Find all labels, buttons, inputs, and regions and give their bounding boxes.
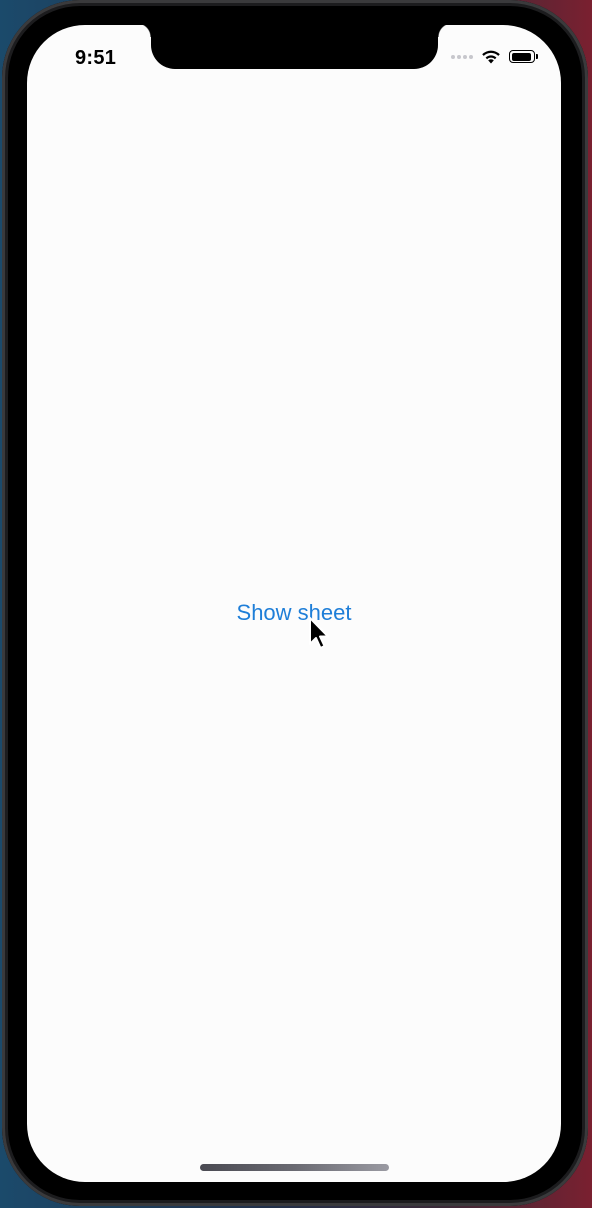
show-sheet-button[interactable]: Show sheet <box>27 599 561 627</box>
wifi-icon <box>482 50 500 64</box>
status-icons <box>451 49 538 64</box>
device-frame: 9:51 Show sheet <box>2 0 588 1206</box>
battery-icon <box>509 50 538 63</box>
home-indicator[interactable] <box>200 1164 389 1171</box>
cellular-signal-icon <box>451 54 473 59</box>
notch <box>137 25 452 69</box>
mouse-pointer-icon <box>309 617 329 649</box>
status-time: 9:51 <box>75 47 117 69</box>
phone-screen: 9:51 Show sheet <box>27 25 561 1182</box>
